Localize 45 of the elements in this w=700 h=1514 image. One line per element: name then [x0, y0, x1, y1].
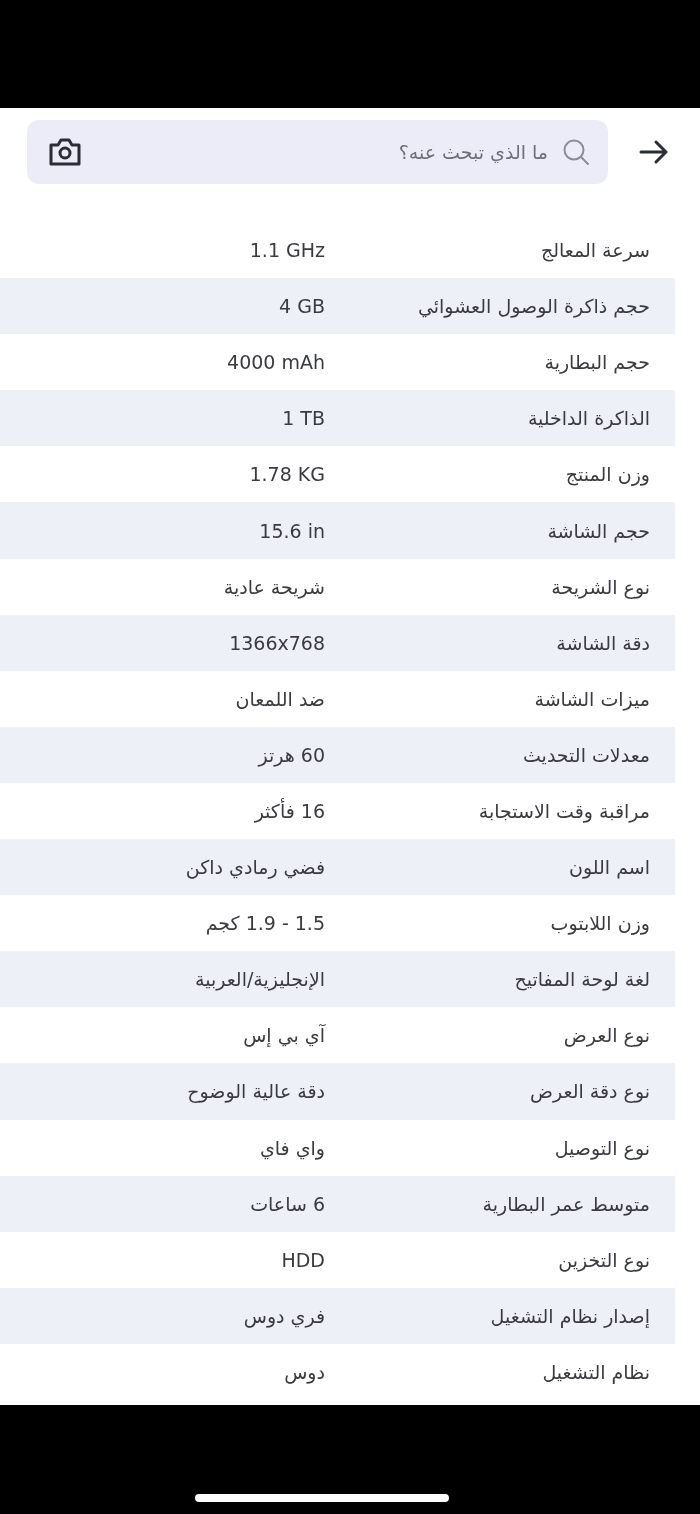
spec-value: واي فاي: [258, 1136, 325, 1159]
spec-value: دوس: [283, 1360, 325, 1383]
spec-value: 6 ساعات: [249, 1192, 325, 1215]
spec-label: نوع العرض: [562, 1024, 650, 1047]
spec-value: 4 GB: [278, 295, 325, 318]
spec-value: فري دوس: [242, 1304, 325, 1327]
spec-label: نوع التخزين: [557, 1248, 650, 1271]
spec-value: 1 TB: [281, 407, 325, 430]
spec-label: نوع دقة العرض: [529, 1080, 650, 1103]
spec-label: اسم اللون: [568, 856, 650, 879]
spec-label: نظام التشغيل: [541, 1360, 650, 1383]
spec-label: الذاكرة الداخلية: [526, 407, 650, 430]
spec-value: دقة عالية الوضوح: [186, 1080, 325, 1103]
spec-label: حجم ذاكرة الوصول العشوائي: [416, 295, 650, 318]
spec-label: متوسط عمر البطارية: [481, 1192, 650, 1215]
spec-value: 1.78 KG: [248, 463, 325, 486]
spec-label: حجم البطارية: [543, 351, 650, 374]
spec-value: الإنجليزية/العربية: [194, 968, 325, 991]
spec-label: إصدار نظام التشغيل: [489, 1304, 650, 1327]
spec-value: 16 فأكثر: [253, 800, 325, 822]
spec-label: ميزات الشاشة: [533, 687, 650, 710]
spec-value: شريحة عادية: [222, 575, 325, 598]
spec-value: 60 هرتز: [256, 743, 325, 766]
spec-label: نوع التوصيل: [553, 1136, 650, 1159]
search-icon: [562, 138, 590, 166]
search-field[interactable]: ما الذي تبحث عنه؟: [27, 120, 608, 184]
spec-value: آي بي إس: [242, 1024, 325, 1047]
spec-value: 15.6 in: [258, 519, 325, 542]
camera-icon[interactable]: [47, 136, 83, 168]
spec-label: معدلات التحديث: [521, 743, 650, 766]
spec-label: حجم الشاشة: [546, 519, 650, 542]
spec-label: مراقبة وقت الاستجابة: [477, 800, 650, 822]
spec-value: 1.5 - 1.9 كجم: [204, 912, 325, 935]
spec-value: HDD: [280, 1248, 325, 1271]
spec-label: وزن اللابتوب: [549, 912, 650, 935]
spec-value: ضد اللمعان: [234, 687, 325, 710]
spec-label: نوع الشريحة: [550, 575, 650, 598]
spec-label: دقة الشاشة: [555, 631, 650, 654]
spec-value: فضي رمادي داكن: [184, 856, 325, 879]
spec-value: 1366x768: [228, 631, 325, 654]
spec-label: لغة لوحة المفاتيح: [513, 968, 650, 991]
spec-value: 1.1 GHz: [248, 239, 325, 262]
spec-label: سرعة المعالج: [539, 239, 650, 262]
spec-value: 4000 mAh: [226, 351, 325, 374]
spec-label: وزن المنتج: [564, 463, 650, 486]
